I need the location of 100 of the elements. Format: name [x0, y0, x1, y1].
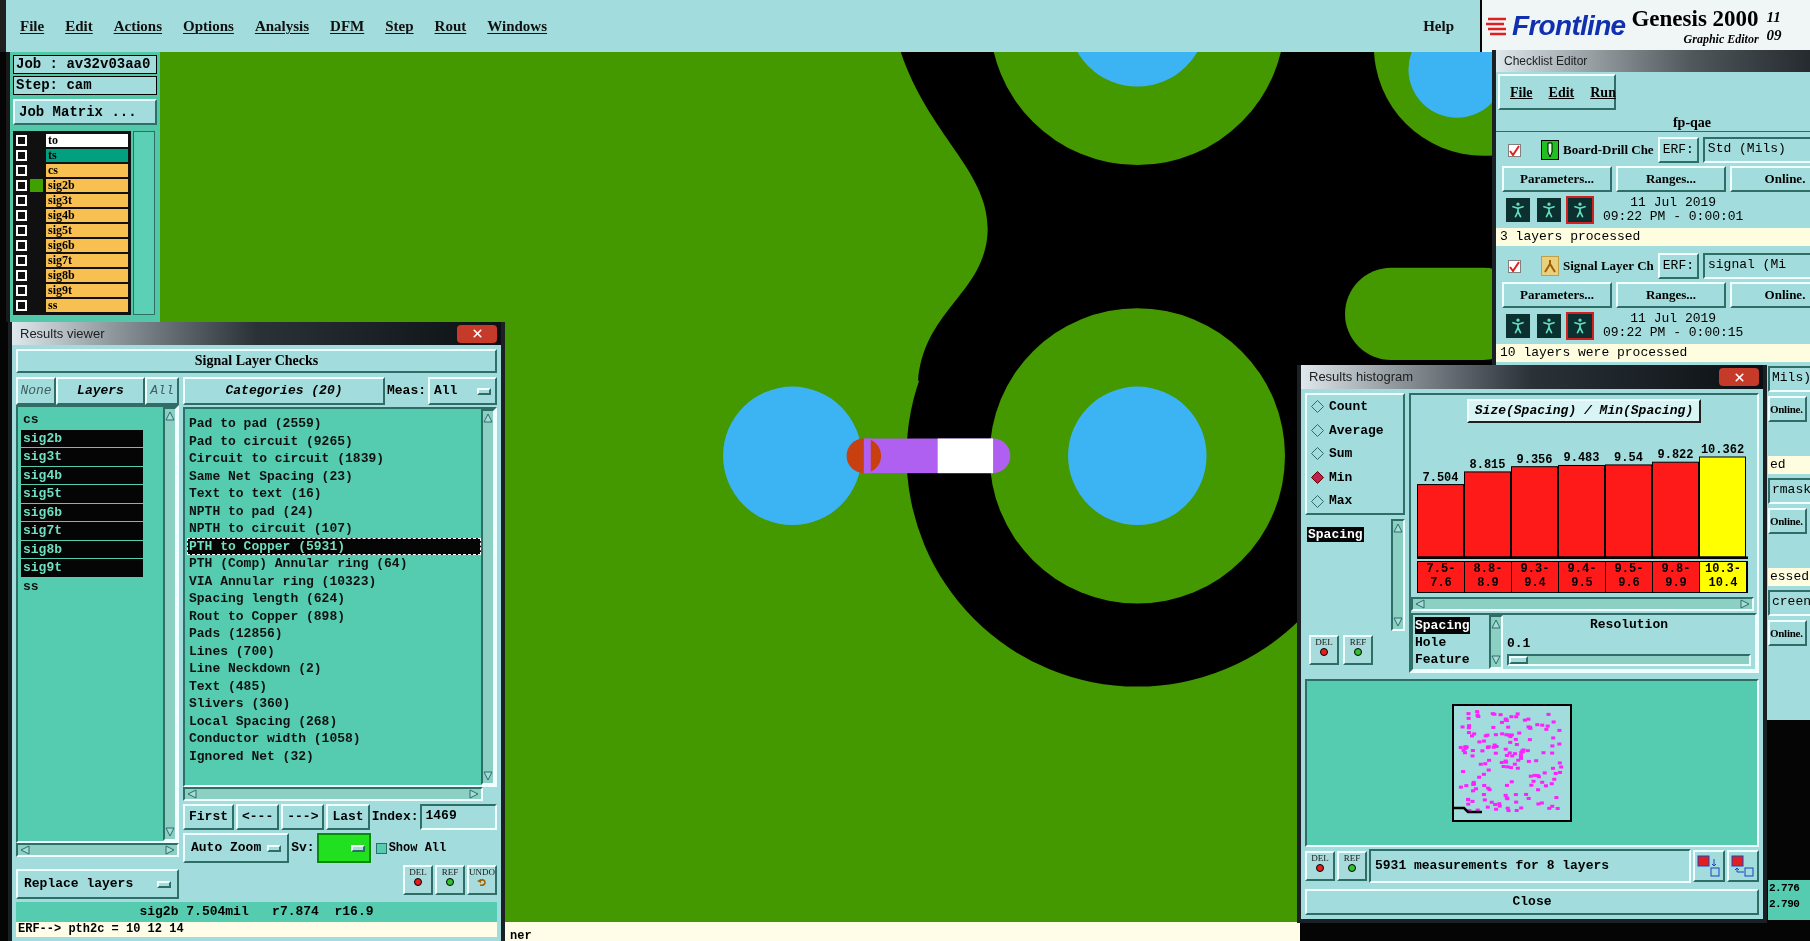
check-action-button[interactable]: Online. [1730, 166, 1810, 192]
select-all-button[interactable]: All [145, 377, 179, 405]
layer-name[interactable]: sig6b [46, 239, 128, 252]
checkbox[interactable] [16, 165, 27, 176]
scroll-down-icon[interactable] [483, 771, 493, 781]
layer-name[interactable]: ss [46, 299, 128, 312]
run-step-button[interactable] [1566, 196, 1594, 224]
checkbox[interactable] [16, 210, 27, 221]
layer-name[interactable]: sig2b [46, 179, 128, 192]
category-item[interactable]: Circuit to circuit (1839) [187, 450, 481, 468]
checkbox[interactable] [16, 180, 27, 191]
menu-item[interactable]: Run [1590, 81, 1616, 103]
layer-item[interactable]: sig9t [21, 559, 143, 578]
menu-item[interactable]: Step [385, 14, 414, 38]
navigation-button[interactable]: ---> [281, 804, 325, 830]
chart-export-button[interactable] [1693, 850, 1725, 882]
sv-color-dropdown[interactable] [316, 833, 371, 863]
vertical-scrollbar[interactable] [163, 407, 177, 841]
category-item[interactable]: Same Net Spacing (23) [187, 467, 481, 485]
show-all-checkbox[interactable] [375, 842, 387, 854]
layer-item[interactable]: sig7t [21, 522, 143, 541]
checkbox[interactable] [16, 225, 27, 236]
category-item[interactable]: Text to text (16) [187, 485, 481, 503]
menu-item[interactable]: Rout [434, 14, 467, 38]
category-item[interactable]: Text (485) [187, 677, 481, 695]
index-field[interactable]: 1469 [420, 804, 497, 830]
chart-export-button[interactable] [1727, 850, 1759, 882]
vertical-scrollbar[interactable] [1489, 614, 1503, 669]
close-button[interactable]: Close [1305, 889, 1759, 915]
category-item[interactable]: VIA Annular ring (10323) [187, 572, 481, 590]
navigation-button[interactable]: First [183, 804, 234, 830]
category-item[interactable]: Line Neckdown (2) [187, 660, 481, 678]
layer-name[interactable]: cs [46, 164, 128, 177]
check-mark-box[interactable] [1508, 259, 1521, 273]
menu-item[interactable]: Options [183, 14, 234, 38]
category-item[interactable]: Slivers (360) [187, 695, 481, 713]
category-item[interactable]: Pad to pad (2559) [187, 415, 481, 433]
checkbox[interactable] [16, 195, 27, 206]
category-item[interactable]: Local Spacing (268) [187, 712, 481, 730]
category-item[interactable]: Rout to Copper (898) [187, 607, 481, 625]
layer-item[interactable]: cs [21, 411, 143, 430]
category-item[interactable]: NPTH to circuit (107) [187, 520, 481, 538]
erf-button[interactable]: ERF: [1657, 137, 1699, 163]
check-action-button[interactable]: Ranges... [1616, 282, 1726, 308]
checkbox[interactable] [16, 240, 27, 251]
category-item[interactable]: PTH to Copper (5931) [187, 537, 481, 555]
horizontal-scrollbar[interactable] [16, 843, 179, 857]
check-action-button[interactable]: Parameters... [1502, 282, 1612, 308]
layer-name[interactable]: to [46, 134, 128, 147]
zoom-mode-dropdown[interactable]: Auto Zoom [183, 833, 290, 863]
layer-name[interactable]: sig7t [46, 254, 128, 267]
menu-item[interactable]: DFM [330, 14, 365, 38]
chart-bar[interactable] [1699, 456, 1746, 557]
checkbox[interactable] [16, 270, 27, 281]
scroll-right-icon[interactable] [469, 789, 479, 799]
checkbox[interactable] [16, 135, 27, 146]
layer-name[interactable]: ts [46, 149, 128, 162]
meas-dropdown[interactable]: All [428, 377, 497, 405]
menu-item[interactable]: Help [1423, 14, 1454, 38]
layer-name[interactable]: sig9t [46, 284, 128, 297]
check-action-button[interactable]: Parameters... [1502, 166, 1612, 192]
attribute-item[interactable]: Hole [1415, 633, 1447, 651]
checkbox[interactable] [16, 255, 27, 266]
resolution-slider[interactable] [1507, 653, 1751, 666]
check-mark-box[interactable] [1508, 143, 1521, 157]
category-item[interactable]: Pad to circuit (9265) [187, 432, 481, 450]
check-action-button[interactable]: Online. [1730, 282, 1810, 308]
layer-name[interactable]: sig8b [46, 269, 128, 282]
scroll-down-icon[interactable] [1491, 655, 1501, 665]
scroll-down-icon[interactable] [1393, 617, 1403, 627]
radio-button[interactable] [1311, 400, 1324, 414]
category-item[interactable]: Pads (12856) [187, 625, 481, 643]
select-none-button[interactable]: None [16, 377, 56, 405]
navigation-button[interactable]: Last [326, 804, 370, 830]
layer-item[interactable]: sig2b [21, 429, 143, 448]
menu-item[interactable]: Edit [65, 14, 93, 38]
layer-name[interactable]: sig5t [46, 224, 128, 237]
job-matrix-button[interactable]: Job Matrix ... [13, 99, 157, 125]
close-button[interactable] [457, 324, 497, 343]
tool-button[interactable]: DEL [403, 865, 433, 895]
tool-button[interactable]: DEL [1305, 851, 1335, 881]
tool-button[interactable]: REF [435, 865, 465, 895]
attribute-item[interactable]: Feature [1415, 650, 1470, 668]
layer-name[interactable]: sig3t [46, 194, 128, 207]
scroll-right-icon[interactable] [165, 845, 175, 855]
scroll-left-icon[interactable] [20, 845, 30, 855]
category-item[interactable]: Spacing length (624) [187, 590, 481, 608]
tool-button[interactable]: REF [1343, 635, 1373, 665]
navigation-button[interactable]: <--- [236, 804, 280, 830]
layer-item[interactable]: sig3t [21, 448, 143, 467]
category-item[interactable]: Conductor width (1058) [187, 730, 481, 748]
vertical-scrollbar[interactable] [1391, 519, 1405, 631]
menu-item[interactable]: Analysis [254, 14, 310, 38]
menu-item[interactable]: File [1510, 81, 1533, 103]
attribute-item[interactable]: Spacing [1415, 616, 1470, 634]
vertical-scrollbar[interactable] [481, 409, 495, 785]
measure-item[interactable]: Spacing [1307, 527, 1364, 542]
scroll-up-icon[interactable] [165, 411, 175, 421]
run-step-button[interactable] [1566, 312, 1594, 340]
category-item[interactable]: NPTH to pad (24) [187, 502, 481, 520]
